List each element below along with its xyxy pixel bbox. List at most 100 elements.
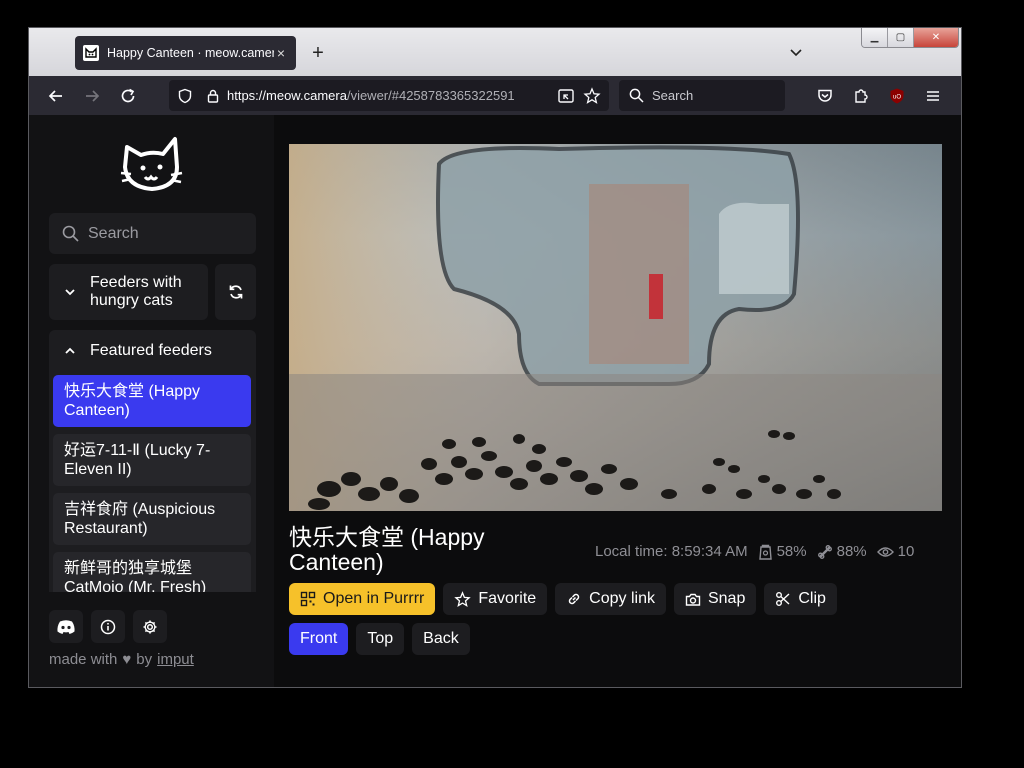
chevron-down-icon (65, 289, 75, 296)
feeder-item-label: 快乐大食堂 (Happy Canteen) (64, 383, 201, 419)
reader-view-icon[interactable] (557, 87, 575, 105)
forward-arrow-icon[interactable] (80, 84, 104, 108)
feeder-item-label: 好运7-11-Ⅱ (Lucky 7-Eleven II) (64, 442, 211, 478)
maximize-icon[interactable]: ▢ (888, 28, 914, 47)
discord-icon (57, 619, 75, 634)
refresh-button[interactable] (215, 264, 256, 320)
feeder-list[interactable]: 快乐大食堂 (Happy Canteen) 好运7-11-Ⅱ (Lucky 7-… (49, 371, 256, 592)
url-host: https://meow.camera (227, 88, 347, 103)
made-with-prefix: made with (49, 651, 118, 668)
filter-label: Feeders with hungry cats (90, 274, 182, 309)
url-text[interactable]: https://meow.camera/viewer/#425878336532… (227, 88, 549, 103)
qr-code-icon (300, 591, 316, 607)
favorite-label: Favorite (478, 590, 537, 607)
clip-button[interactable]: Clip (764, 583, 837, 615)
sidebar: Search Feeders with hungry cats Featured… (29, 115, 274, 687)
settings-button[interactable] (133, 610, 167, 643)
url-bar[interactable]: https://meow.camera/viewer/#425878336532… (169, 80, 609, 111)
reload-icon[interactable] (116, 84, 140, 108)
sidebar-search-placeholder: Search (88, 224, 139, 242)
link-icon (568, 593, 580, 605)
feeder-item[interactable]: 好运7-11-Ⅱ (Lucky 7-Eleven II) (53, 434, 251, 486)
viewers-stat: 10 (876, 543, 915, 560)
open-in-purrrr-label: Open in Purrrr (323, 590, 425, 607)
viewers-value: 10 (897, 543, 915, 560)
page-content: Search Feeders with hungry cats Featured… (29, 115, 961, 687)
info-button[interactable] (91, 610, 125, 643)
cat-favicon-icon (83, 45, 99, 61)
browser-window: Happy Canteen · meow.camera × + ▁ ▢ ✕ ht… (28, 27, 962, 688)
food-level-stat: 58% (758, 543, 807, 560)
copy-link-button[interactable]: Copy link (555, 583, 666, 615)
search-icon (62, 225, 79, 242)
search-icon (629, 88, 644, 103)
view-top-button[interactable]: Top (356, 623, 405, 655)
camera-actions: Open in Purrrr Favorite Copy link Snap C… (289, 583, 837, 615)
discord-button[interactable] (49, 610, 83, 643)
pocket-icon[interactable] (813, 84, 837, 108)
bone-icon (817, 544, 832, 559)
favorite-button[interactable]: Favorite (443, 583, 548, 615)
feeder-item[interactable]: 吉祥食府 (Auspicious Restaurant) (53, 493, 251, 545)
extensions-icon[interactable] (849, 84, 873, 108)
sidebar-footer-buttons (49, 610, 167, 643)
filter-dropdown[interactable]: Feeders with hungry cats (49, 264, 208, 320)
food-level-value: 58% (776, 543, 807, 560)
browser-tab[interactable]: Happy Canteen · meow.camera × (75, 36, 296, 70)
lock-icon[interactable] (205, 88, 221, 104)
view-front-button[interactable]: Front (289, 623, 349, 655)
svg-text:uO: uO (893, 95, 901, 101)
copy-link-label: Copy link (589, 590, 655, 607)
ublock-icon[interactable]: uO (885, 84, 909, 108)
nav-bar: https://meow.camera/viewer/#425878336532… (29, 76, 961, 115)
new-tab-icon[interactable]: + (307, 42, 329, 64)
camera-video-feed[interactable] (289, 144, 942, 511)
open-in-purrrr-button[interactable]: Open in Purrrr (289, 583, 436, 615)
info-icon (100, 619, 116, 634)
snap-label: Snap (707, 590, 746, 607)
featured-feeders-toggle[interactable]: Featured feeders (49, 330, 256, 371)
tab-strip: Happy Canteen · meow.camera × + ▁ ▢ ✕ (29, 28, 961, 76)
hamburger-menu-icon[interactable] (921, 84, 945, 108)
refresh-icon (229, 285, 242, 299)
made-with-by: by (136, 651, 153, 668)
made-with-credit: made with ♥ by imput (49, 651, 194, 668)
chevron-up-icon (65, 347, 75, 354)
browser-search-placeholder: Search (652, 88, 694, 103)
url-path: /viewer/#4258783365322591 (346, 88, 515, 103)
camera-icon (685, 593, 701, 606)
camera-view-switcher: Front Top Back (289, 623, 470, 655)
imput-link[interactable]: imput (157, 651, 194, 668)
back-arrow-icon[interactable] (44, 84, 68, 108)
cat-logo-icon[interactable] (119, 133, 185, 195)
local-time: Local time: 8:59:34 AM (595, 543, 748, 560)
battery-value: 88% (836, 543, 867, 560)
eye-icon (876, 546, 894, 557)
window-close-icon[interactable]: ✕ (914, 28, 958, 47)
sidebar-search-input[interactable]: Search (49, 213, 256, 254)
feeder-item-label: 吉祥食府 (Auspicious Restaurant) (64, 501, 216, 537)
bookmark-star-icon[interactable] (583, 86, 601, 105)
star-icon (454, 590, 472, 607)
window-controls: ▁ ▢ ✕ (861, 28, 959, 48)
battery-stat: 88% (817, 543, 867, 560)
feeder-item[interactable]: 快乐大食堂 (Happy Canteen) (53, 375, 251, 427)
scissors-icon (776, 592, 790, 606)
food-bag-icon (758, 544, 772, 560)
gear-icon (143, 620, 157, 633)
browser-search-bar[interactable]: Search (619, 80, 785, 111)
tab-title: Happy Canteen · meow.camera (107, 46, 274, 60)
featured-label: Featured feeders (90, 341, 212, 359)
view-back-button[interactable]: Back (412, 623, 470, 655)
minimize-icon[interactable]: ▁ (862, 28, 888, 47)
clip-label: Clip (798, 590, 826, 607)
tab-list-chevron-icon[interactable] (787, 43, 805, 61)
shield-icon[interactable] (177, 88, 193, 104)
camera-title: 快乐大食堂 (Happy Canteen) (289, 524, 485, 575)
snap-button[interactable]: Snap (673, 583, 757, 615)
heart-icon: ♥ (122, 651, 132, 668)
feeder-item[interactable]: 新鲜哥的独享城堡 CatMojo (Mr. Fresh) (53, 552, 251, 592)
camera-stats: Local time: 8:59:34 AM 58% 88% 10 (595, 543, 914, 560)
feeder-item-label: 新鲜哥的独享城堡 CatMojo (Mr. Fresh) (64, 560, 207, 592)
tab-close-icon[interactable]: × (274, 45, 288, 61)
